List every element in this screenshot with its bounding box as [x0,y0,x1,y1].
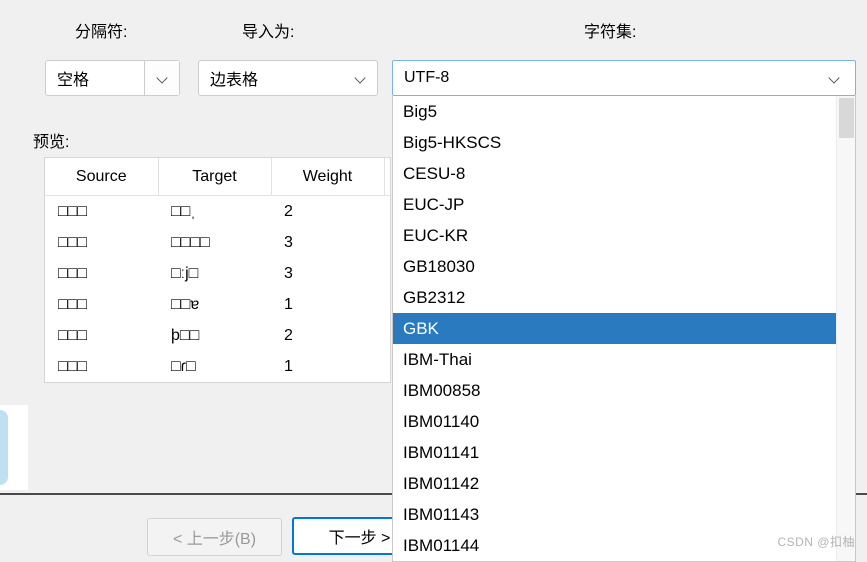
cell-weight: 1 [284,295,293,313]
charset-option[interactable]: CESU-8 [393,158,836,189]
cell-source: □□□ [58,202,87,220]
cell-weight: 1 [284,357,293,375]
cell-weight: 3 [284,233,293,251]
table-row[interactable]: □□□ □ɾ□ 1 [45,351,390,382]
charset-combobox-value: UTF-8 [404,69,450,86]
cell-target: □ɾ□ [171,357,196,375]
cell-source: □□□ [58,357,87,375]
cell-extra [384,289,390,320]
preview-label: 预览: [33,134,70,151]
cell-weight: 2 [284,202,293,220]
charset-option[interactable]: GB2312 [393,282,836,313]
column-header-weight[interactable]: Weight [271,158,385,196]
back-button[interactable]: < 上一步(B) [147,518,282,556]
charset-option[interactable]: IBM-Thai [393,344,836,375]
cell-extra [384,196,390,228]
table-row[interactable]: □□□ □□□□ 3 [45,227,390,258]
cell-source: □□□ [58,295,87,313]
chevron-down-icon[interactable] [813,61,855,95]
import-as-label: 导入为: [242,24,295,41]
delimiter-label: 分隔符: [75,24,128,41]
cell-extra [384,258,390,289]
charset-option[interactable]: IBM01144 [393,530,836,561]
table-row[interactable]: □□□ □ːj□ 3 [45,258,390,289]
table-row[interactable]: □□□ □□ˌ 2 [45,196,390,228]
charset-option[interactable]: EUC-JP [393,189,836,220]
chevron-down-icon[interactable] [343,61,377,95]
dropdown-scrollbar-thumb[interactable] [839,98,854,138]
cell-extra [384,351,390,382]
next-button-label: 下一步 > [328,530,391,547]
charset-option[interactable]: IBM00858 [393,375,836,406]
cell-target: □□ɐ [171,295,200,313]
column-header-target[interactable]: Target [158,158,272,196]
cell-target: □ːj□ [171,264,199,282]
charset-dropdown-popup[interactable]: Big5 Big5-HKSCS CESU-8 EUC-JP EUC-KR GB1… [392,96,856,562]
charset-option[interactable]: IBM01143 [393,499,836,530]
cell-source: □□□ [58,326,87,344]
cell-source: □□□ [58,264,87,282]
charset-option[interactable]: Big5 [393,96,836,127]
cell-target: □□□□ [171,233,210,251]
charset-option-selected[interactable]: GBK [393,313,836,344]
cell-weight: 2 [284,326,293,344]
delimiter-combobox-value: 空格 [57,72,90,89]
column-header-extra[interactable] [384,158,390,196]
import-as-combobox[interactable]: 边表格 [198,60,378,96]
cell-source: □□□ [58,233,87,251]
charset-option[interactable]: Big5-HKSCS [393,127,836,158]
preview-table: Source Target Weight □□□ □□ˌ 2 □□□ □□□□ … [44,157,391,383]
dropdown-scrollbar[interactable] [836,96,855,561]
cell-target: þ□□ [171,326,200,344]
preview-table-grid: Source Target Weight □□□ □□ˌ 2 □□□ □□□□ … [45,158,390,382]
cell-extra [384,320,390,351]
charset-option[interactable]: IBM01142 [393,468,836,499]
cell-target: □□ˌ [171,202,196,220]
back-button-label: < 上一步(B) [172,531,257,548]
chevron-down-icon[interactable] [144,61,179,95]
column-header-source[interactable]: Source [45,158,159,196]
cell-weight: 3 [284,264,293,282]
table-row[interactable]: □□□ þ□□ 2 [45,320,390,351]
charset-label: 字符集: [584,24,637,41]
charset-option[interactable]: GB18030 [393,251,836,282]
cell-extra [384,227,390,258]
delimiter-combobox[interactable]: 空格 [45,60,180,96]
charset-option[interactable]: IBM01141 [393,437,836,468]
charset-option[interactable]: IBM01140 [393,406,836,437]
watermark: CSDN @扣柚 [777,535,855,549]
table-header-row: Source Target Weight [45,158,390,196]
charset-option[interactable]: EUC-KR [393,220,836,251]
charset-option-list[interactable]: Big5 Big5-HKSCS CESU-8 EUC-JP EUC-KR GB1… [393,96,836,561]
table-row[interactable]: □□□ □□ɐ 1 [45,289,390,320]
left-edge-accent-shape [0,410,8,485]
charset-combobox[interactable]: UTF-8 [392,60,856,96]
import-as-combobox-value: 边表格 [210,72,259,89]
